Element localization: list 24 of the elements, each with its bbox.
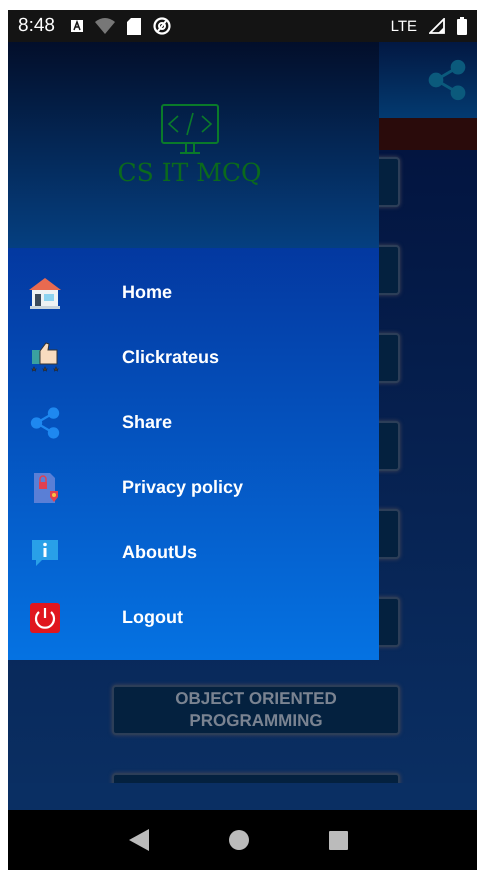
quiz-button[interactable]: OBJECT ORIENTED PROGRAMMING: [112, 685, 400, 735]
app-name: CS IT MCQ: [118, 158, 262, 186]
thumbs-up-icon: [28, 340, 62, 374]
share-icon: [28, 406, 62, 440]
monitor-code-icon: [160, 104, 220, 156]
menu-item[interactable]: AboutUs: [8, 520, 379, 585]
battery-icon: [457, 17, 467, 35]
font-icon: [70, 20, 83, 32]
clock-time: 8:48: [18, 15, 55, 37]
overview-icon[interactable]: [329, 830, 348, 850]
sd-card-icon: [126, 18, 141, 34]
target-icon: [152, 17, 171, 35]
house-icon: [28, 276, 62, 310]
power-icon: [28, 600, 62, 634]
menu-item[interactable]: Share: [8, 390, 379, 455]
menu-item[interactable]: Home: [8, 260, 379, 325]
signal-icon: [429, 18, 445, 34]
wifi-icon: [94, 18, 115, 34]
back-icon[interactable]: [129, 829, 149, 851]
menu-item[interactable]: Privacy policy: [8, 455, 379, 520]
home-icon[interactable]: [229, 830, 249, 850]
menu-item[interactable]: Clickrateus: [8, 325, 379, 390]
network-type: LTE: [390, 18, 417, 34]
menu-item[interactable]: Logout: [8, 585, 379, 650]
